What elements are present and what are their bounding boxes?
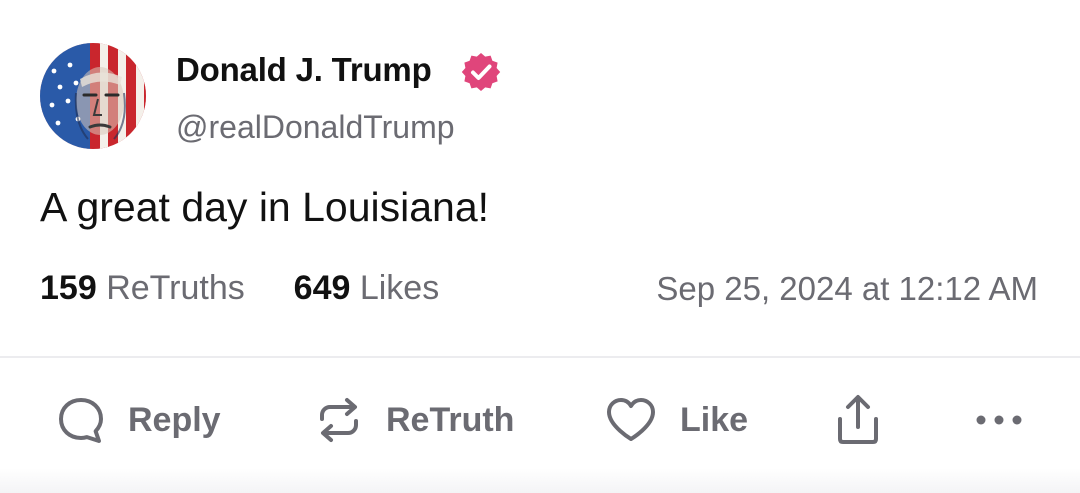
share-button[interactable]	[832, 392, 884, 448]
reply-icon	[59, 398, 103, 443]
reply-button[interactable]: Reply	[56, 392, 221, 448]
like-label: Like	[680, 401, 749, 439]
likes-label[interactable]: Likes	[360, 269, 439, 307]
heart-icon	[607, 398, 655, 441]
more-icon	[976, 415, 1022, 425]
more-options-button[interactable]	[974, 392, 1024, 448]
likes-count[interactable]: 649	[294, 269, 351, 307]
divider	[0, 356, 1080, 358]
user-handle[interactable]: @realDonaldTrump	[176, 108, 455, 146]
bottom-edge	[0, 468, 1080, 493]
reply-label: Reply	[128, 401, 221, 439]
post-stats: 159 ReTruths 649 Likes	[40, 268, 439, 308]
flag-portrait-avatar-icon	[40, 43, 146, 149]
like-button[interactable]: Like	[604, 392, 748, 448]
post-timestamp: Sep 25, 2024 at 12:12 AM	[656, 270, 1038, 307]
retruth-label: ReTruth	[386, 401, 515, 439]
avatar[interactable]	[40, 43, 146, 149]
retruth-button[interactable]: ReTruth	[314, 392, 514, 448]
share-icon	[838, 395, 878, 444]
retruth-icon	[320, 398, 358, 442]
display-name[interactable]: Donald J. Trump	[176, 50, 432, 90]
retruths-label[interactable]: ReTruths	[106, 269, 245, 307]
verified-badge-icon	[460, 51, 502, 93]
post-text: A great day in Louisiana!	[40, 184, 490, 230]
retruths-count[interactable]: 159	[40, 269, 97, 307]
